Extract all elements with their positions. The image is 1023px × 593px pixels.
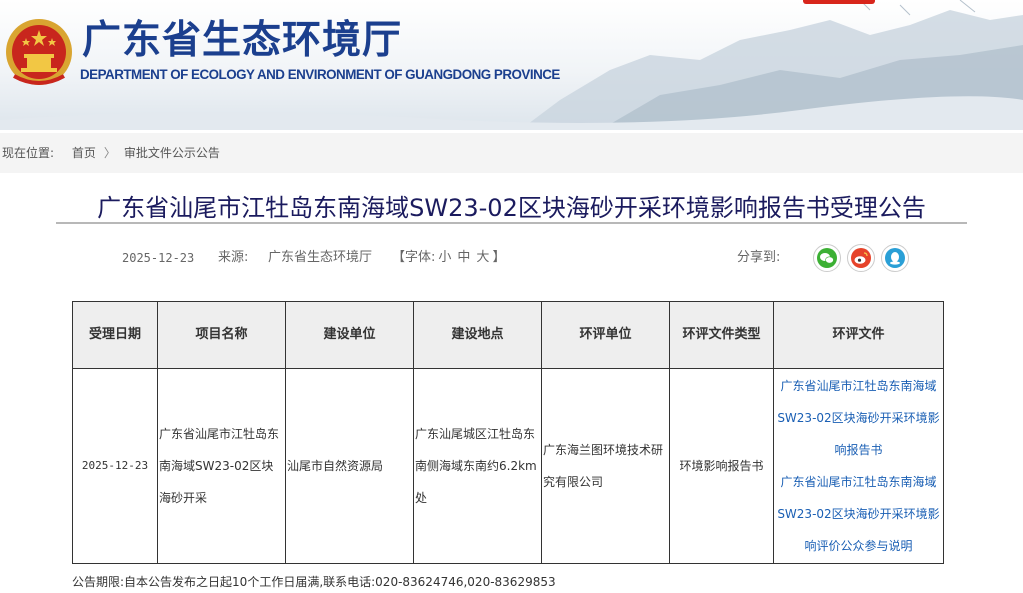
column-header-builder: 建设单位 (285, 301, 414, 369)
column-header-doc-type: 环评文件类型 (669, 301, 774, 369)
column-header-project: 项目名称 (157, 301, 286, 369)
wechat-icon (817, 248, 837, 268)
weibo-icon (851, 248, 871, 268)
font-size-control: 【字体: 小中大】 (392, 250, 505, 266)
site-title-cn: 广东省生态环境厅 (82, 18, 403, 63)
cell-builder: 汕尾市自然资源局 (285, 368, 414, 564)
column-header-eia-unit: 环评单位 (541, 301, 670, 369)
breadcrumb: 现在位置: 首页〉审批文件公示公告 (0, 133, 1023, 173)
top-red-tab[interactable] (803, 0, 875, 4)
table-row: 2025-12-23 广东省汕尾市江牡岛东南海域SW23-02区块海砂开采 汕尾… (72, 368, 944, 564)
cell-eia-unit: 广东海兰图环境技术研究有限公司 (541, 368, 670, 564)
cell-doc-type: 环境影响报告书 (669, 368, 774, 564)
site-header: 广东省生态环境厅 DEPARTMENT OF ECOLOGY AND ENVIR… (0, 0, 1023, 130)
notice-table: 受理日期 项目名称 建设单位 建设地点 环评单位 环评文件类型 环评文件 202… (72, 301, 944, 564)
share-label: 分享到: (737, 250, 781, 265)
national-emblem-icon (6, 19, 72, 85)
table-header-row: 受理日期 项目名称 建设单位 建设地点 环评单位 环评文件类型 环评文件 (72, 301, 944, 369)
font-size-label: 【字体: (392, 250, 436, 265)
site-title-en: DEPARTMENT OF ECOLOGY AND ENVIRONMENT OF… (80, 67, 560, 82)
font-size-bracket: 】 (492, 250, 506, 265)
source-name: 广东省生态环境厅 (268, 250, 373, 265)
cell-project: 广东省汕尾市江牡岛东南海域SW23-02区块海砂开采 (157, 368, 286, 564)
qq-icon (885, 248, 905, 268)
font-size-small-button[interactable]: 小 (438, 250, 451, 265)
breadcrumb-label: 现在位置: (2, 146, 55, 160)
column-header-files: 环评文件 (773, 301, 944, 369)
breadcrumb-current-link[interactable]: 审批文件公示公告 (124, 133, 220, 173)
breadcrumb-separator: 〉 (103, 146, 116, 160)
notice-period-note: 公告期限:自本公告发布之日起10个工作日届满,联系电话:020-83624746… (72, 575, 556, 589)
title-divider (56, 222, 967, 224)
publish-date: 2025-12-23 (122, 251, 195, 265)
column-header-location: 建设地点 (413, 301, 542, 369)
cell-location: 广东汕尾城区江牡岛东南侧海域东南约6.2km处 (413, 368, 542, 564)
file-link-report[interactable]: 广东省汕尾市江牡岛东南海域SW23-02区块海砂开采环境影响报告书 (775, 370, 942, 466)
share-qq-button[interactable] (881, 244, 909, 272)
source-label: 来源: (218, 250, 249, 265)
breadcrumb-home-link[interactable]: 首页 (72, 133, 96, 173)
article-title: 广东省汕尾市江牡岛东南海域SW23-02区块海砂开采环境影响报告书受理公告 (97, 194, 926, 222)
font-size-large-button[interactable]: 大 (476, 250, 489, 265)
column-header-date: 受理日期 (72, 301, 158, 369)
cell-files: 广东省汕尾市江牡岛东南海域SW23-02区块海砂开采环境影响报告书 广东省汕尾市… (773, 368, 944, 564)
share-weibo-button[interactable] (847, 244, 875, 272)
cell-date: 2025-12-23 (72, 368, 158, 564)
file-link-public-participation[interactable]: 广东省汕尾市江牡岛东南海域SW23-02区块海砂开采环境影响评价公众参与说明 (775, 466, 942, 562)
font-size-medium-button[interactable]: 中 (457, 250, 470, 265)
share-wechat-button[interactable] (813, 244, 841, 272)
